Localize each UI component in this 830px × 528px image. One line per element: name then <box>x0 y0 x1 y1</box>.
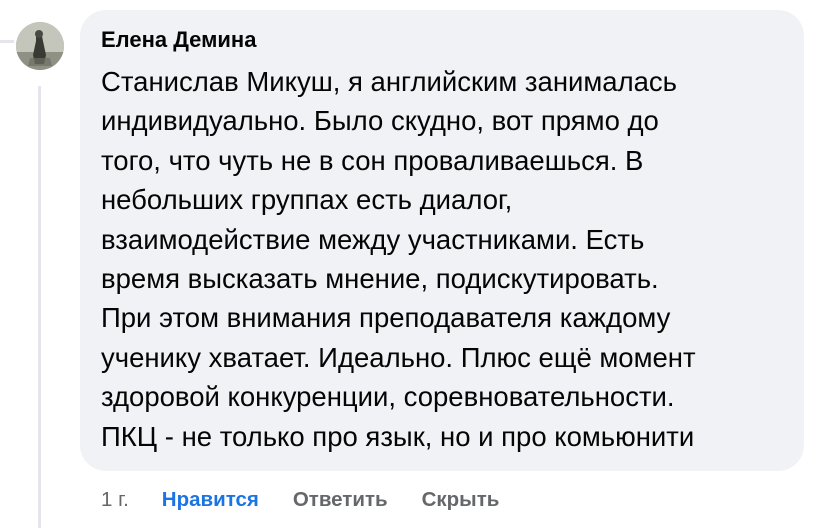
comment-line: индивидуально. Было скудно, вот прямо до <box>101 105 659 137</box>
comment-actions: 1 г. Нравится Ответить Скрыть <box>101 486 499 514</box>
thread-line <box>38 86 41 528</box>
comment-line: того, что чуть не в сон проваливаешься. … <box>101 144 644 176</box>
comment-line: время высказать мнение, подискутировать. <box>101 263 659 295</box>
comment-line: Станислав Микуш, я английским занималась <box>101 66 677 97</box>
thread-connector-line <box>0 40 14 43</box>
author-name[interactable]: Елена Демина <box>101 26 784 54</box>
reply-button[interactable]: Ответить <box>293 486 388 514</box>
avatar[interactable] <box>16 22 64 70</box>
comment-line: ученику хватает. Идеально. Плюс ещё моме… <box>101 341 696 373</box>
comment-line: небольших группах есть диалог, <box>101 184 513 216</box>
comment-line: При этом внимания преподавателя каждому <box>101 302 671 334</box>
comment-bubble: Елена Демина Станислав Микуш, я английск… <box>80 10 804 471</box>
hide-button[interactable]: Скрыть <box>422 486 500 514</box>
comment-line: ПКЦ - не только про язык, но и про комью… <box>101 420 695 452</box>
comment-text: Станислав Микуш, я английским занималась… <box>101 62 784 456</box>
user-avatar-icon <box>16 22 64 70</box>
like-button[interactable]: Нравится <box>162 486 259 514</box>
comment-line: взаимодействие между участниками. Есть <box>101 223 645 255</box>
comment-line: здоровой конкуренции, соревновательности… <box>101 381 675 413</box>
timestamp-link[interactable]: 1 г. <box>101 486 129 514</box>
